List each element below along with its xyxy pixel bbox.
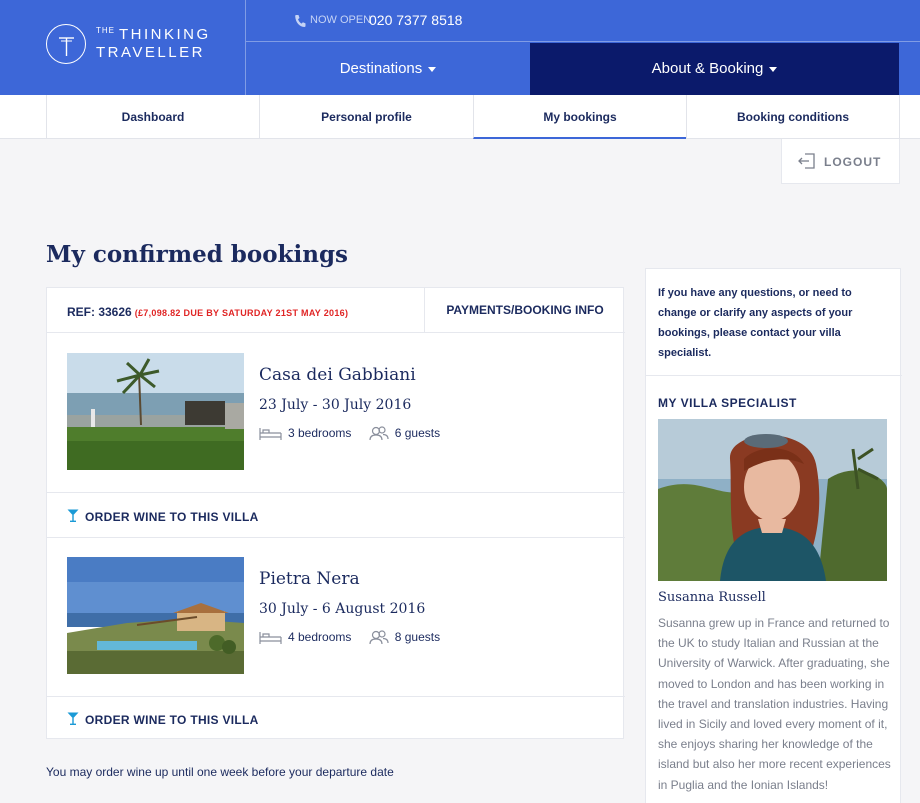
nav-about-booking[interactable]: About & Booking <box>530 43 899 95</box>
order-wine-button[interactable]: ORDER WINE TO THIS VILLA <box>47 493 625 538</box>
logo-the: THE <box>96 26 115 35</box>
bedrooms-info: 3 bedrooms <box>259 426 351 441</box>
logo-mark-icon <box>46 24 86 64</box>
bedrooms-label: 3 bedrooms <box>288 426 352 441</box>
guests-icon <box>369 630 389 645</box>
villa-specialist-sidebar: If you have any questions, or need to ch… <box>645 268 902 803</box>
guests-info: 8 guests <box>369 630 440 645</box>
specialist-bio: Susanna grew up in France and returned t… <box>658 616 891 792</box>
wine-order-note: You may order wine up until one week bef… <box>46 765 394 779</box>
cocktail-glass-icon <box>67 712 79 725</box>
caret-down-icon <box>428 66 437 72</box>
booking-card: REF: 33626 (£7,098.82 DUE BY SATURDAY 21S… <box>46 287 625 741</box>
villa-photo[interactable] <box>67 353 244 470</box>
tab-personal-profile[interactable]: Personal profile <box>259 95 473 139</box>
specialist-name: Susanna Russell <box>658 590 766 605</box>
logo-wordmark: THE THINKING TRAVELLER <box>96 26 211 62</box>
bed-icon <box>259 428 282 441</box>
villa-meta: 4 bedrooms 8 guests <box>259 630 440 645</box>
now-open-label: NOW OPEN <box>310 14 372 26</box>
page-title: My confirmed bookings <box>46 241 348 268</box>
booking-ref-number: REF: 33626 <box>67 305 132 319</box>
order-wine-label: ORDER WINE TO THIS VILLA <box>85 713 259 727</box>
account-tabs: Dashboard Personal profile My bookings B… <box>0 95 920 139</box>
guests-label: 8 guests <box>394 630 441 645</box>
villa-photo[interactable] <box>67 557 244 674</box>
booking-ref: REF: 33626 (£7,098.82 DUE BY SATURDAY 21S… <box>67 305 348 319</box>
guests-label: 6 guests <box>394 426 441 441</box>
phone-icon <box>295 15 306 27</box>
villa-item: Pietra Nera 30 July - 6 August 2016 4 be… <box>47 537 625 697</box>
tab-booking-conditions[interactable]: Booking conditions <box>686 95 900 139</box>
nav-destinations[interactable]: Destinations <box>246 43 530 95</box>
logout-button[interactable]: LOGOUT <box>781 139 900 184</box>
phone-number[interactable]: 020 7377 8518 <box>369 12 462 28</box>
tab-my-bookings[interactable]: My bookings <box>473 95 686 139</box>
villa-dates: 23 July - 30 July 2016 <box>259 397 412 413</box>
logout-icon <box>798 153 815 169</box>
logout-label: LOGOUT <box>824 155 882 169</box>
contact-prompt: If you have any questions, or need to ch… <box>658 287 853 359</box>
bedrooms-label: 4 bedrooms <box>288 630 352 645</box>
guests-info: 6 guests <box>369 426 440 441</box>
villa-dates: 30 July - 6 August 2016 <box>259 601 426 617</box>
tab-dashboard[interactable]: Dashboard <box>46 95 259 139</box>
villa-name[interactable]: Casa dei Gabbiani <box>259 365 416 385</box>
order-wine-button[interactable]: ORDER WINE TO THIS VILLA <box>47 696 625 741</box>
villa-meta: 3 bedrooms 6 guests <box>259 426 440 441</box>
nav-about-booking-label: About & Booking <box>651 60 764 77</box>
guests-icon <box>369 426 389 441</box>
logo-line2: TRAVELLER <box>96 44 205 61</box>
cocktail-glass-icon <box>67 509 79 522</box>
bedrooms-info: 4 bedrooms <box>259 630 351 645</box>
specialist-heading: MY VILLA SPECIALIST <box>658 396 797 410</box>
phone-row: NOW OPEN 020 7377 8518 <box>246 0 920 42</box>
bed-icon <box>259 632 282 645</box>
payments-booking-info-link[interactable]: PAYMENTS/BOOKING INFO <box>425 288 625 333</box>
nav-destinations-label: Destinations <box>339 60 423 77</box>
booking-ref-row: REF: 33626 (£7,098.82 DUE BY SATURDAY 21S… <box>47 288 625 333</box>
sidebar-divider <box>646 375 902 376</box>
booking-due-amount: (£7,098.82 DUE BY SATURDAY 21ST MAY 2016… <box>134 308 349 318</box>
caret-down-icon <box>769 66 778 72</box>
villa-name[interactable]: Pietra Nera <box>259 569 360 589</box>
specialist-photo <box>658 419 887 581</box>
site-header: THE THINKING TRAVELLER NOW OPEN 020 7377 … <box>0 0 920 95</box>
villa-item: Casa dei Gabbiani 23 July - 30 July 2016… <box>47 333 625 493</box>
order-wine-label: ORDER WINE TO THIS VILLA <box>85 510 259 524</box>
site-logo[interactable]: THE THINKING TRAVELLER <box>0 0 245 95</box>
logo-line1: THINKING <box>119 26 211 43</box>
